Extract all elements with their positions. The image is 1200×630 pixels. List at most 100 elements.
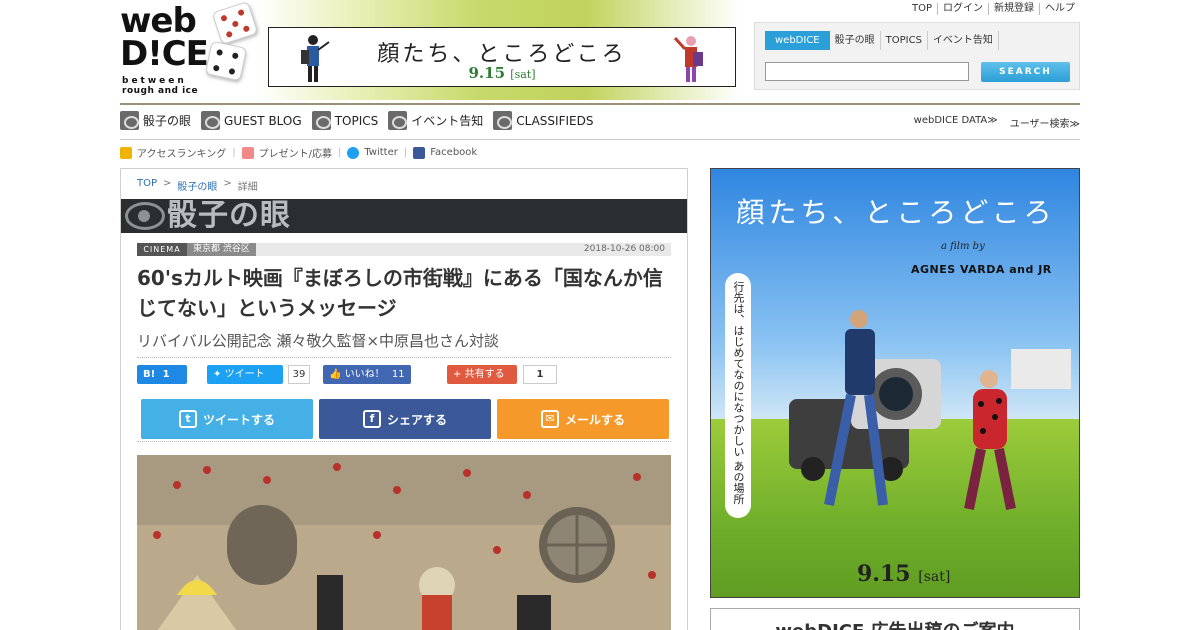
logo-dice-text: D!CE	[120, 34, 209, 74]
facebook-share-label: シェアする	[386, 412, 447, 427]
like-count: 11	[391, 369, 405, 380]
tweet-counter-button[interactable]: ✦ ツイート	[207, 365, 283, 384]
ad-film-by: a film by	[941, 241, 985, 252]
search-tab-eye[interactable]: 骰子の眼	[830, 31, 881, 50]
banner-date-value: 9.15	[468, 64, 506, 82]
site-logo[interactable]: web D!CE between rough and ice	[120, 0, 265, 100]
mini-links: アクセスランキング | プレゼント/応募 | Twitter | Faceboo…	[120, 145, 483, 160]
logo-tagline-line1: between	[122, 76, 187, 86]
webdice-data-link[interactable]: webDICE DATA≫	[914, 115, 998, 130]
location-badge[interactable]: 東京都 渋谷区	[187, 243, 256, 256]
site-header: web D!CE between rough and ice 顔たち、ところどこ…	[0, 0, 1200, 104]
search-tabs: webDICE 骰子の眼 TOPICS イベント告知	[765, 31, 999, 50]
facebook-like-button[interactable]: 👍 いいね！ 11	[323, 365, 411, 384]
logo-tagline-line2: rough and ice	[122, 86, 199, 96]
top-links: TOP ログイン 新規登録 ヘルプ	[907, 3, 1080, 15]
access-ranking-link[interactable]: アクセスランキング	[120, 145, 226, 160]
hatena-bookmark-button[interactable]: B! 1	[137, 365, 187, 384]
separator: |	[337, 147, 342, 158]
top-link-help[interactable]: ヘルプ	[1039, 3, 1080, 15]
social-counters: B! 1 ✦ ツイート 39 👍 いいね！ 11 + 共有する 1	[137, 365, 671, 385]
mail-icon: ✉	[540, 410, 559, 428]
search-tab-webdice[interactable]: webDICE	[765, 31, 830, 50]
present-link[interactable]: プレゼント/応募	[241, 145, 332, 160]
mail-share-label: メールする	[564, 412, 625, 427]
section-title: 骰子の眼	[167, 199, 291, 233]
logo-tagline: between rough and ice	[122, 76, 198, 96]
eye-icon	[120, 111, 139, 130]
header-divider	[120, 103, 1080, 105]
search-input[interactable]	[765, 62, 969, 81]
sidebar-ad-poster[interactable]: 顔たち、ところどころ a film by AGNES VARDA and JR …	[710, 168, 1080, 598]
nav-item-label: イベント告知	[411, 114, 484, 128]
tweet-label: ツイート	[224, 369, 265, 380]
nav-item-topics[interactable]: TOPICS	[311, 111, 378, 130]
nav-item-events[interactable]: イベント告知	[388, 111, 483, 130]
separator: |	[403, 147, 408, 158]
hatena-count: 1	[162, 369, 170, 380]
breadcrumb-separator: >	[163, 178, 172, 189]
ad-credit: AGNES VARDA and JR	[911, 263, 1052, 276]
top-link-login[interactable]: ログイン	[937, 3, 988, 15]
tweet-share-label: ツイートする	[202, 412, 275, 427]
article-subtitle: リバイバル公開記念 瀬々敬久監督×中原昌也さん対談	[137, 332, 500, 350]
event-icon	[388, 111, 408, 130]
nav-item-label: 骰子の眼	[143, 114, 192, 128]
facebook-link[interactable]: Facebook	[413, 146, 478, 159]
nav-item-label: CLASSIFIEDS	[516, 113, 594, 128]
mail-share-button[interactable]: ✉ メールする	[497, 399, 669, 439]
twitter-icon: ✦	[213, 369, 222, 380]
topics-icon	[311, 111, 331, 130]
like-label: いいね！	[344, 369, 385, 380]
search-button[interactable]: SEARCH	[981, 62, 1070, 82]
top-link-register[interactable]: 新規登録	[988, 3, 1039, 15]
share-count: 1	[523, 365, 557, 384]
article-photo[interactable]	[137, 455, 671, 630]
article-meta-bar: CINEMA 東京都 渋谷区 2018-10-26 08:00	[137, 243, 671, 256]
search-tab-topics[interactable]: TOPICS	[881, 31, 928, 50]
tweet-share-button[interactable]: t ツイートする	[141, 399, 313, 439]
poster-illustration	[789, 310, 1071, 510]
sub-nav-right: webDICE DATA≫ ユーザー検索≫	[902, 115, 1080, 130]
divider	[137, 441, 671, 442]
share-counter-button[interactable]: + 共有する	[447, 365, 517, 384]
mini-link-label: Facebook	[430, 147, 478, 158]
top-link-top[interactable]: TOP	[907, 3, 937, 15]
breadcrumb-eye[interactable]: 骰子の眼	[177, 178, 217, 193]
nav-item-label: GUEST BLOG	[224, 113, 302, 128]
ad-date-suffix: [sat]	[918, 569, 951, 585]
ad-date-value: 9.15	[857, 561, 911, 587]
nav-divider	[120, 139, 1080, 140]
breadcrumb-current: 詳細	[237, 182, 258, 193]
article-title: 60'sカルト映画『まぼろしの市街戦』にある「国なんか信じてない」というメッセー…	[137, 266, 663, 320]
category-badge[interactable]: CINEMA	[137, 243, 187, 256]
user-search-link[interactable]: ユーザー検索≫	[1010, 115, 1080, 130]
gift-icon	[241, 146, 254, 159]
banner-date-suffix: [sat]	[510, 68, 536, 81]
ad-date: 9.15 [sat]	[857, 561, 950, 587]
mini-link-label: アクセスランキング	[137, 149, 227, 160]
header-ad-banner[interactable]: 顔たち、ところどころ 9.15 [sat]	[268, 27, 736, 87]
crown-icon	[120, 146, 132, 159]
breadcrumb-top[interactable]: TOP	[137, 178, 157, 193]
search-tab-events[interactable]: イベント告知	[928, 31, 999, 50]
breadcrumb-separator: >	[223, 178, 232, 189]
dice-icon	[211, 0, 259, 46]
guest-blog-icon	[201, 111, 221, 130]
twitter-link[interactable]: Twitter	[347, 146, 398, 159]
sidebar-ad-info-banner[interactable]: webDICE 広告出稿のご案内	[710, 608, 1080, 630]
twitter-icon	[347, 146, 360, 159]
nav-item-eye[interactable]: 骰子の眼	[120, 111, 191, 130]
film-still-illustration	[137, 455, 671, 630]
thumbs-up-icon: 👍	[329, 369, 342, 380]
mini-link-label: プレゼント/応募	[258, 149, 332, 160]
facebook-icon	[413, 146, 426, 159]
tweet-count: 39	[288, 365, 310, 384]
nav-item-guest-blog[interactable]: GUEST BLOG	[201, 111, 302, 130]
nav-item-classifieds[interactable]: CLASSIFIEDS	[493, 111, 593, 130]
banner-date: 9.15 [sat]	[269, 64, 735, 82]
facebook-share-button[interactable]: f シェアする	[319, 399, 491, 439]
eye-icon	[125, 202, 165, 230]
main-nav: 骰子の眼 GUEST BLOG TOPICS イベント告知 CLASSIFIED…	[120, 111, 603, 130]
search-box: webDICE 骰子の眼 TOPICS イベント告知 SEARCH	[754, 22, 1080, 90]
